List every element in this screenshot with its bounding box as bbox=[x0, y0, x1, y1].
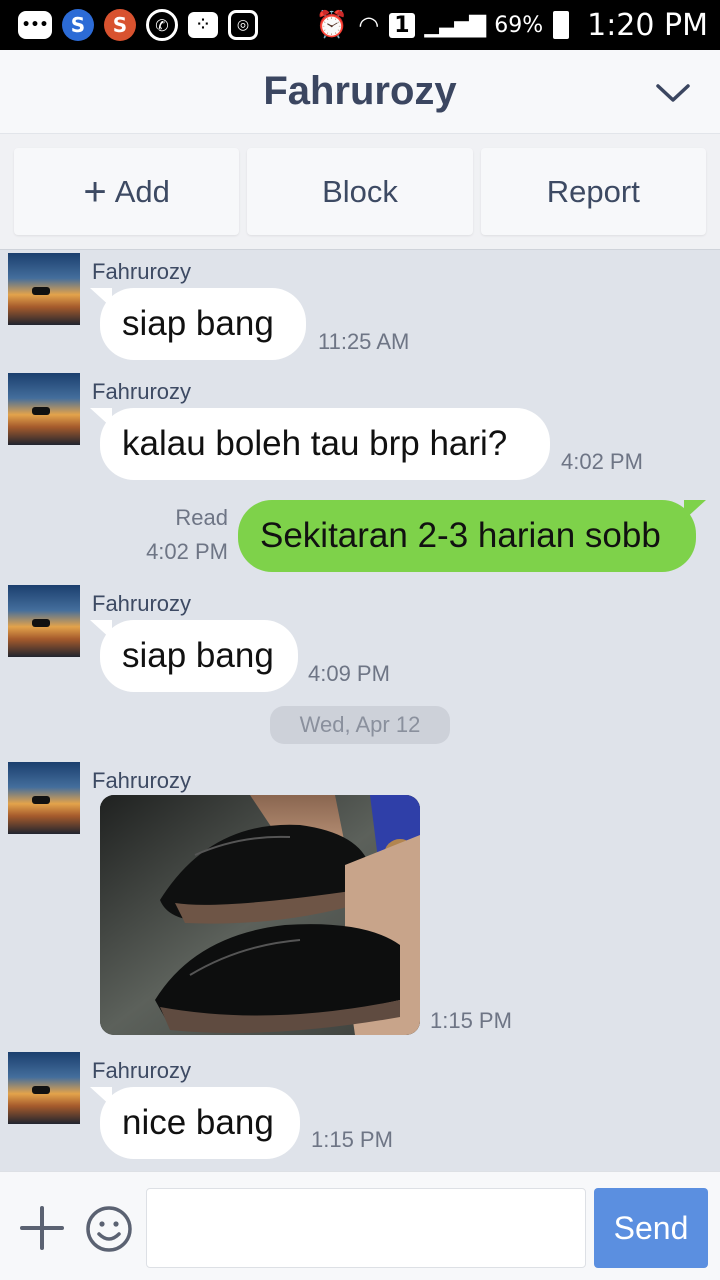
message-bubble-incoming[interactable]: siap bang bbox=[100, 620, 298, 692]
status-notification-icons: ••• S S ✆ ⁘ ◎ bbox=[18, 9, 258, 41]
sender-name: Fahrurozy bbox=[92, 768, 192, 793]
sim-icon: 1 bbox=[389, 12, 415, 38]
signal-icon: ▁▃▅▇ bbox=[424, 12, 487, 38]
report-button[interactable]: Report bbox=[480, 148, 706, 235]
add-button-label: Add bbox=[114, 173, 170, 209]
clock: 1:20 PM bbox=[587, 7, 708, 43]
photo-message[interactable] bbox=[100, 795, 420, 1035]
message-bubble-incoming[interactable]: kalau boleh tau brp hari? bbox=[100, 408, 550, 480]
message-input-bar: Send bbox=[0, 1171, 720, 1280]
message-time: 1:15 PM bbox=[430, 1008, 512, 1033]
skype-s-icon: S bbox=[62, 9, 94, 41]
wifi-icon: ◠ bbox=[358, 11, 380, 39]
message-time: 4:02 PM bbox=[561, 449, 643, 474]
message-time: 11:25 AM bbox=[318, 329, 410, 354]
status-bar: ••• S S ✆ ⁘ ◎ ⏰ ◠ 1 ▁▃▅▇ 69% 1:20 PM bbox=[0, 0, 720, 50]
chat-header: Fahrurozy bbox=[0, 50, 720, 134]
contact-action-bar: + Add Block Report bbox=[0, 134, 720, 250]
plus-icon[interactable] bbox=[18, 1204, 66, 1252]
chat-title: Fahrurozy bbox=[263, 69, 457, 113]
message-time: 4:02 PM bbox=[146, 539, 228, 564]
report-button-label: Report bbox=[546, 173, 640, 209]
sender-name: Fahrurozy bbox=[92, 379, 192, 404]
avatar[interactable] bbox=[8, 762, 80, 834]
message-bubble-incoming[interactable]: siap bang bbox=[100, 288, 306, 360]
s-app-icon: S bbox=[104, 9, 136, 41]
avatar[interactable] bbox=[8, 585, 80, 657]
instagram-icon: ◎ bbox=[228, 10, 258, 40]
status-system-icons: ⏰ ◠ 1 ▁▃▅▇ 69% 1:20 PM bbox=[316, 8, 708, 43]
message-time: 4:09 PM bbox=[308, 661, 390, 686]
avatar[interactable] bbox=[8, 1052, 80, 1124]
blackberry-icon: ⁘ bbox=[188, 12, 218, 38]
whatsapp-icon: ✆ bbox=[146, 9, 178, 41]
battery-icon bbox=[553, 11, 570, 39]
add-button[interactable]: + Add bbox=[14, 148, 240, 235]
message-time: 1:15 PM bbox=[311, 1127, 393, 1152]
chat-messages: Fahrurozy siap bang 11:25 AM Fahrurozy k… bbox=[0, 251, 720, 1171]
sender-name: Fahrurozy bbox=[92, 591, 192, 616]
send-button[interactable]: Send bbox=[594, 1188, 708, 1268]
block-button-label: Block bbox=[322, 173, 398, 209]
avatar[interactable] bbox=[8, 253, 80, 325]
block-button[interactable]: Block bbox=[247, 148, 473, 235]
bbm-icon: ••• bbox=[18, 11, 52, 39]
avatar[interactable] bbox=[8, 373, 80, 445]
message-input[interactable] bbox=[146, 1188, 586, 1268]
alarm-icon: ⏰ bbox=[315, 10, 349, 40]
chevron-down-icon[interactable] bbox=[654, 74, 692, 112]
read-receipt: Read bbox=[175, 505, 228, 530]
shoe-photo-image bbox=[100, 795, 420, 1035]
battery-percent: 69% bbox=[494, 12, 544, 38]
emoji-icon[interactable] bbox=[84, 1204, 134, 1254]
message-bubble-outgoing[interactable]: Sekitaran 2-3 harian sobb bbox=[238, 500, 696, 572]
sender-name: Fahrurozy bbox=[92, 259, 192, 284]
date-separator: Wed, Apr 12 bbox=[270, 706, 450, 744]
plus-icon: + bbox=[83, 169, 107, 214]
sender-name: Fahrurozy bbox=[92, 1058, 192, 1083]
message-bubble-incoming[interactable]: nice bang bbox=[100, 1087, 300, 1159]
